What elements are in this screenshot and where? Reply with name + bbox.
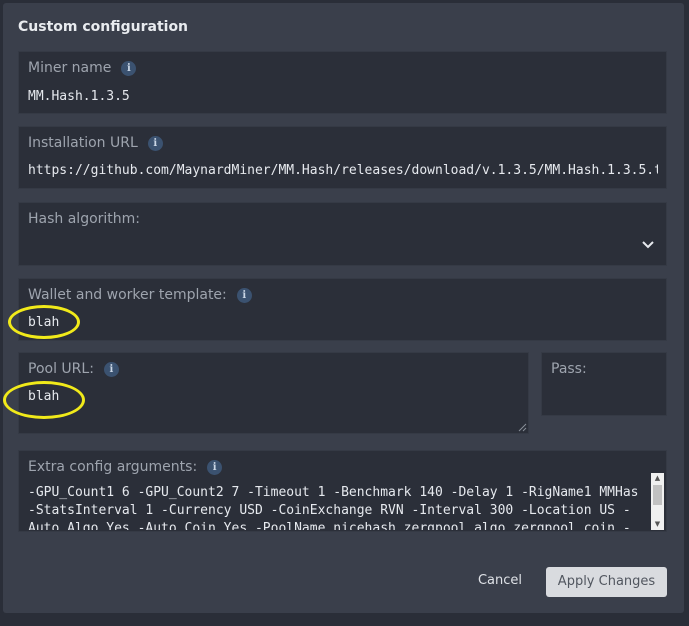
pass-field[interactable]: Pass:: [541, 352, 667, 416]
highlight-circle-pool: [3, 381, 85, 419]
scroll-down-icon[interactable]: ▼: [651, 519, 664, 530]
scrollbar[interactable]: ▲ ▼: [651, 473, 664, 530]
info-icon[interactable]: i: [121, 60, 137, 76]
hash-algorithm-label: Hash algorithm:: [28, 211, 141, 227]
installation-url-field[interactable]: Installation URL i https://github.com/Ma…: [18, 126, 667, 189]
scroll-up-icon[interactable]: ▲: [651, 473, 664, 484]
extra-config-textarea[interactable]: -GPU_Count1 6 -GPU_Count2 7 -Timeout 1 -…: [28, 484, 638, 530]
scrollbar-thumb[interactable]: [653, 485, 662, 505]
extra-config-field[interactable]: Extra config arguments: i -GPU_Count1 6 …: [18, 450, 667, 532]
installation-url-label: Installation URL: [28, 135, 138, 151]
apply-changes-button[interactable]: Apply Changes: [546, 567, 667, 597]
miner-name-input[interactable]: MM.Hash.1.3.5: [28, 89, 658, 104]
highlight-circle-wallet: [8, 305, 80, 339]
wallet-template-field[interactable]: Wallet and worker template: i blah: [18, 278, 667, 341]
pool-url-label: Pool URL:: [28, 361, 94, 377]
resize-handle-icon[interactable]: [518, 423, 527, 432]
cancel-button[interactable]: Cancel: [465, 568, 535, 594]
dialog-title: Custom configuration: [18, 19, 189, 35]
miner-name-label: Miner name: [28, 60, 112, 76]
extra-config-label: Extra config arguments:: [28, 459, 198, 475]
hash-algorithm-select[interactable]: Hash algorithm:: [18, 202, 667, 266]
pool-url-input[interactable]: blah: [28, 389, 508, 404]
wallet-template-label: Wallet and worker template:: [28, 287, 227, 303]
info-icon[interactable]: i: [103, 361, 119, 377]
installation-url-input[interactable]: https://github.com/MaynardMiner/MM.Hash/…: [28, 163, 658, 178]
info-icon[interactable]: i: [236, 287, 252, 303]
wallet-template-input[interactable]: blah: [28, 315, 658, 330]
chevron-down-icon[interactable]: [642, 241, 654, 249]
miner-name-field[interactable]: Miner name i MM.Hash.1.3.5: [18, 51, 667, 114]
info-icon[interactable]: i: [207, 459, 223, 475]
info-icon[interactable]: i: [147, 135, 163, 151]
pass-label: Pass:: [551, 361, 587, 377]
pool-url-field[interactable]: Pool URL: i blah: [18, 352, 529, 434]
